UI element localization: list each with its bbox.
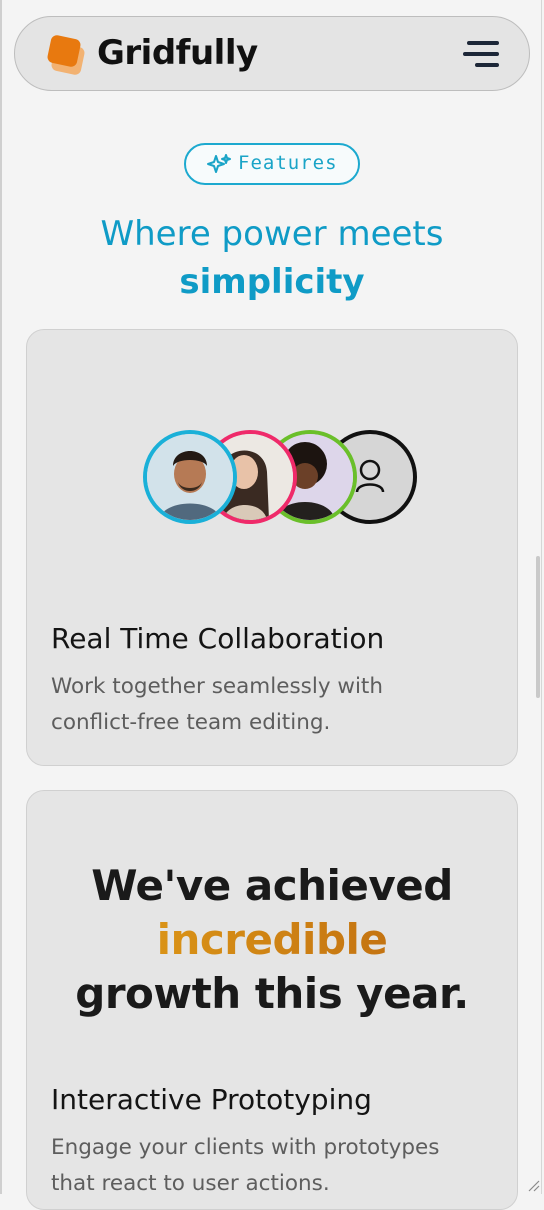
growth-statement-accent: incredible: [27, 913, 517, 967]
card-description: Work together seamlessly with conflict-f…: [51, 674, 383, 735]
growth-statement-line-3: growth this year.: [75, 969, 469, 1018]
growth-statement: We've achieved incredible growth this ye…: [27, 859, 517, 1021]
section-headline: Where power meets simplicity: [0, 210, 544, 306]
features-badge-label: Features: [238, 152, 338, 174]
menu-button[interactable]: [459, 39, 499, 71]
headline-line-1: Where power meets: [100, 214, 444, 254]
avatar-man: [143, 430, 237, 524]
hamburger-menu-icon-bar: [475, 63, 499, 67]
person-photo: [147, 434, 233, 520]
features-badge: Features: [184, 143, 360, 185]
hamburger-menu-icon-bar: [463, 52, 499, 56]
brand-name[interactable]: Gridfully: [97, 33, 258, 73]
sparkles-icon: [207, 154, 231, 173]
headline-line-2: simplicity: [179, 262, 365, 302]
card-description: Engage your clients with prototypes that…: [51, 1135, 440, 1196]
prototyping-card: We've achieved incredible growth this ye…: [26, 790, 518, 1210]
gridfully-logo-icon[interactable]: [45, 31, 91, 77]
hamburger-menu-icon: [467, 41, 499, 45]
resize-grip-icon[interactable]: [528, 1180, 540, 1192]
scrollbar[interactable]: [536, 556, 540, 698]
card-title: Real Time Collaboration: [51, 622, 385, 655]
card-title: Interactive Prototyping: [51, 1083, 372, 1116]
collaboration-card: Real Time Collaboration Work together se…: [26, 329, 518, 766]
growth-statement-line-1: We've achieved: [91, 861, 453, 910]
avatar-stack: [135, 430, 417, 530]
navbar: Gridfully: [14, 16, 530, 91]
